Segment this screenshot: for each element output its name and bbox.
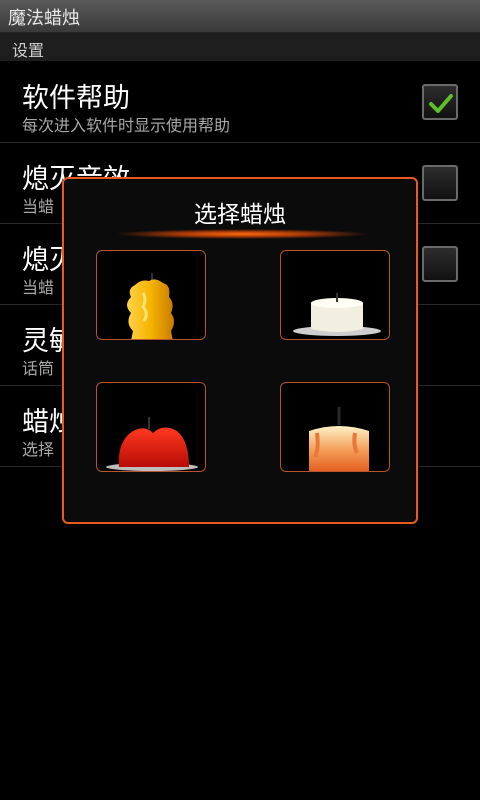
title-glow-divider <box>114 229 370 239</box>
candle-yellow-wax-icon <box>127 273 174 339</box>
candle-melting-orange-icon <box>309 407 369 471</box>
candle-option-3[interactable] <box>96 382 206 472</box>
candle-white-pillar-icon <box>293 293 381 336</box>
candle-option-4[interactable] <box>280 382 390 472</box>
candle-option-2[interactable] <box>280 250 390 340</box>
choose-candle-dialog: 选择蜡烛 <box>62 177 418 524</box>
dialog-title: 选择蜡烛 <box>194 202 286 228</box>
candle-red-heart-icon <box>106 417 198 471</box>
candle-option-1[interactable] <box>96 250 206 340</box>
